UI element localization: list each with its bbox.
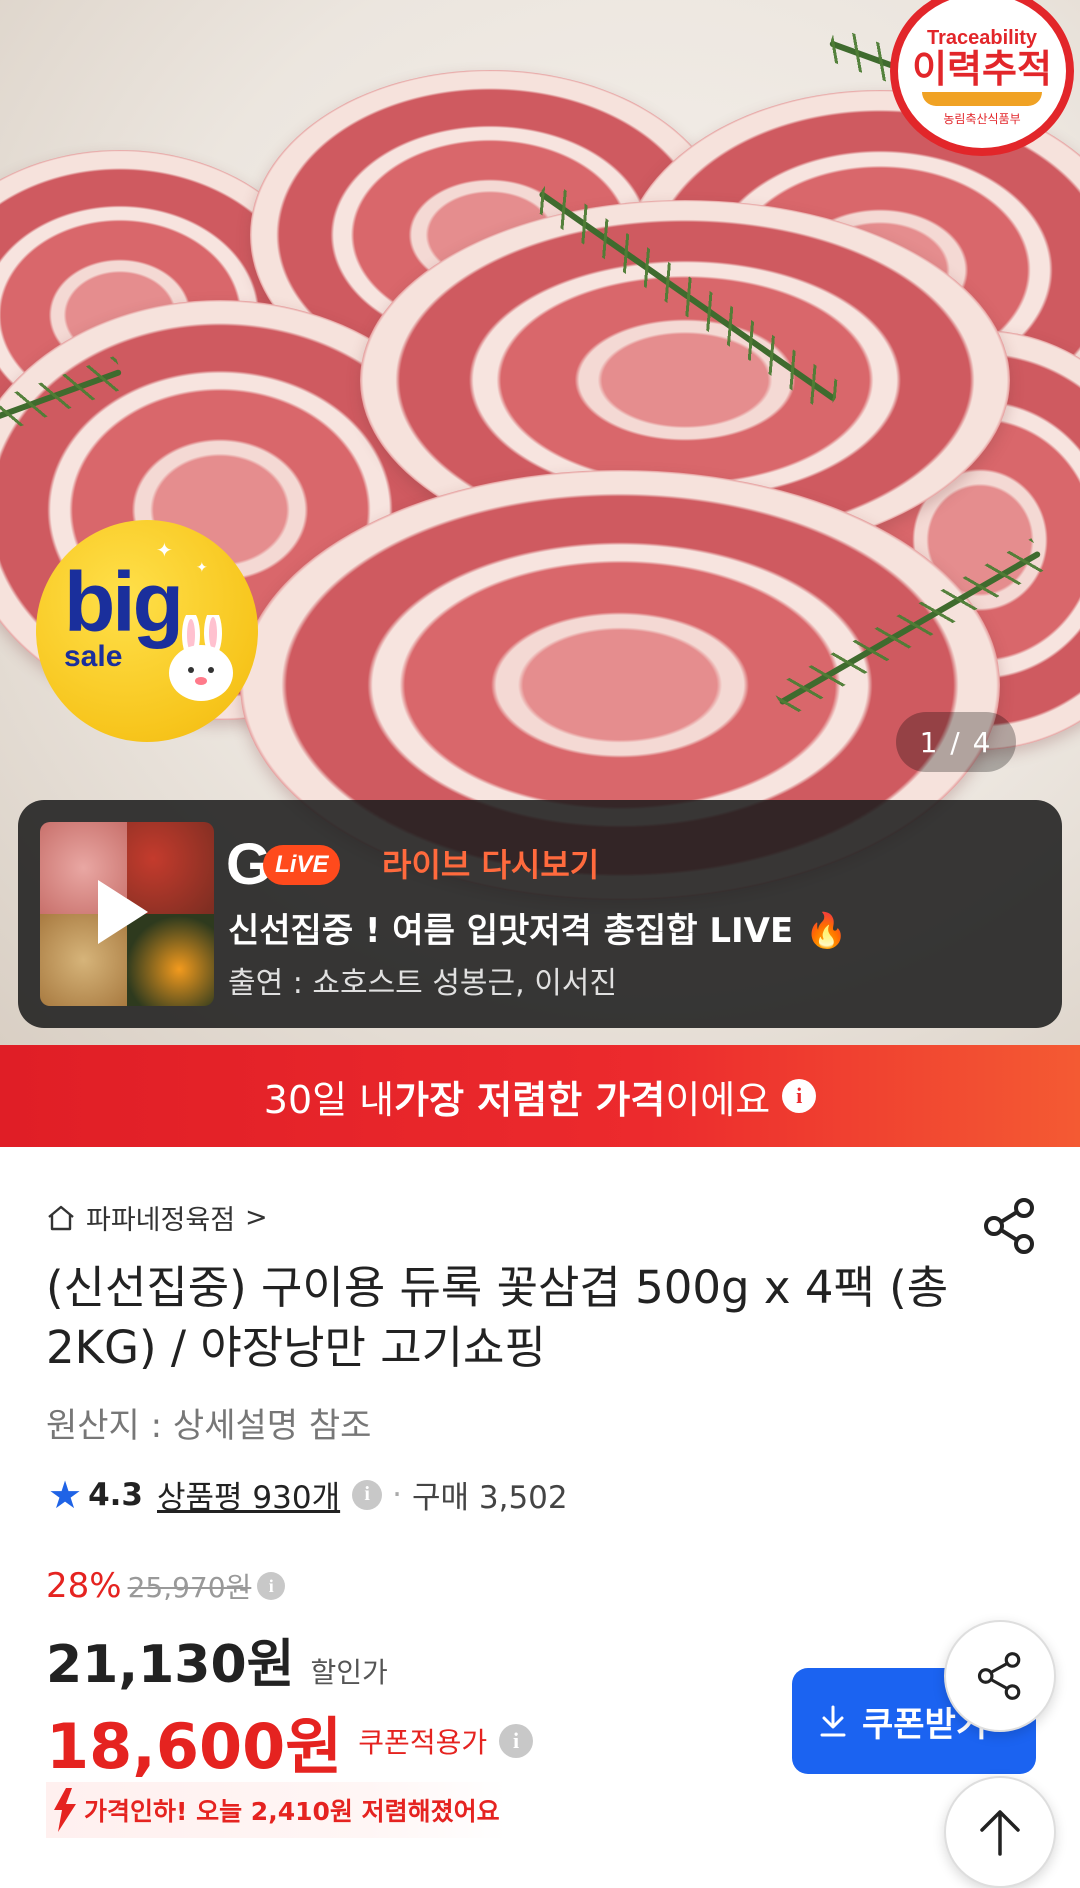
review-count-link[interactable]: 상품평 930개: [157, 1472, 340, 1517]
floating-share-button[interactable]: [944, 1620, 1056, 1732]
chevron-right-icon: >: [245, 1202, 268, 1233]
live-cast: 출연 : 쇼호스트 성봉근, 이서진: [228, 966, 617, 1001]
coupon-price-label: 쿠폰적용가: [358, 1726, 488, 1759]
info-icon[interactable]: i: [352, 1479, 383, 1510]
original-price: 25,970원: [127, 1571, 252, 1604]
coupon-price-row: 18,600원 쿠폰적용가 i: [46, 1696, 534, 1786]
image-pager: 1 / 4: [896, 712, 1016, 772]
product-origin: 원산지 : 상세설명 참조: [46, 1406, 372, 1446]
lowest-price-banner[interactable]: 30일 내 가장 저렴한 가격 이에요 i: [0, 1045, 1080, 1147]
separator-dot: ·: [392, 1476, 402, 1513]
big-sale-badge: ✦ ✦ big sale: [36, 520, 258, 742]
fire-icon: 🔥: [805, 911, 848, 951]
banner-highlight: 가장 저렴한 가격: [394, 1077, 666, 1122]
glive-logo-live: LiVE: [263, 845, 341, 885]
rating-value: 4.3: [88, 1476, 143, 1513]
live-title-text: 신선집중 ! 여름 입맛저격 총집합 LIVE: [228, 911, 794, 951]
info-icon[interactable]: i: [782, 1079, 817, 1113]
play-icon: [98, 880, 148, 944]
product-title: (신선집중) 구이용 듀록 꽃삼겹 500g x 4팩 (총 2KG) / 야장…: [46, 1261, 949, 1374]
arrow-up-icon: [980, 1810, 1020, 1856]
price-down-arrow-icon: [54, 1788, 76, 1832]
bunny-icon: [169, 615, 233, 701]
sparkle-icon: ✦: [196, 560, 208, 576]
home-icon: [48, 1205, 74, 1230]
sale-price-label: 할인가: [310, 1656, 388, 1689]
share-icon: [977, 1652, 1021, 1700]
shop-name: 파파네정육점: [86, 1205, 236, 1236]
download-icon: [820, 1705, 846, 1737]
big-sale-sale-text: sale: [64, 640, 123, 673]
traceability-ministry: 농림축산식품부: [943, 111, 1021, 126]
traceability-swoosh: [922, 91, 1042, 106]
glive-logo: G LiVE: [226, 836, 341, 894]
info-icon[interactable]: i: [499, 1724, 534, 1758]
sale-price: 21,130원: [46, 1635, 295, 1695]
scroll-to-top-button[interactable]: [944, 1776, 1056, 1888]
banner-prefix: 30일 내: [263, 1077, 395, 1122]
share-icon[interactable]: [982, 1196, 1038, 1256]
star-icon: ★: [48, 1472, 83, 1517]
live-title: 신선집중 ! 여름 입맛저격 총집합 LIVE 🔥: [228, 903, 847, 952]
purchase-count: 구매 3,502: [411, 1480, 568, 1516]
sale-price-row: 21,130원 할인가: [46, 1622, 388, 1697]
shop-link[interactable]: 파파네정육점 >: [46, 1198, 268, 1237]
banner-suffix: 이에요: [665, 1077, 771, 1122]
product-image-carousel[interactable]: Traceability 이력추적 농림축산식품부 ✦ ✦ big sale 1…: [0, 0, 1080, 1045]
traceability-label-ko: 이력추적: [912, 47, 1052, 92]
live-replay-card[interactable]: G LiVE 라이브 다시보기 신선집중 ! 여름 입맛저격 총집합 LIVE …: [18, 800, 1062, 1028]
coupon-price: 18,600원: [46, 1710, 343, 1783]
price-drop-text: 가격인하! 오늘 2,410원 저렴해졌어요: [84, 1797, 500, 1826]
live-replay-label: 라이브 다시보기: [382, 846, 600, 884]
info-icon[interactable]: i: [257, 1572, 286, 1600]
price-drop-notice: 가격인하! 오늘 2,410원 저렴해졌어요: [46, 1782, 506, 1838]
rating-row: ★ 4.3 상품평 930개 i · 구매 3,502: [48, 1472, 568, 1517]
live-thumbnail[interactable]: [40, 822, 214, 1006]
discount-percent: 28%: [46, 1566, 122, 1606]
discount-row: 28% 25,970원 i: [46, 1566, 286, 1606]
